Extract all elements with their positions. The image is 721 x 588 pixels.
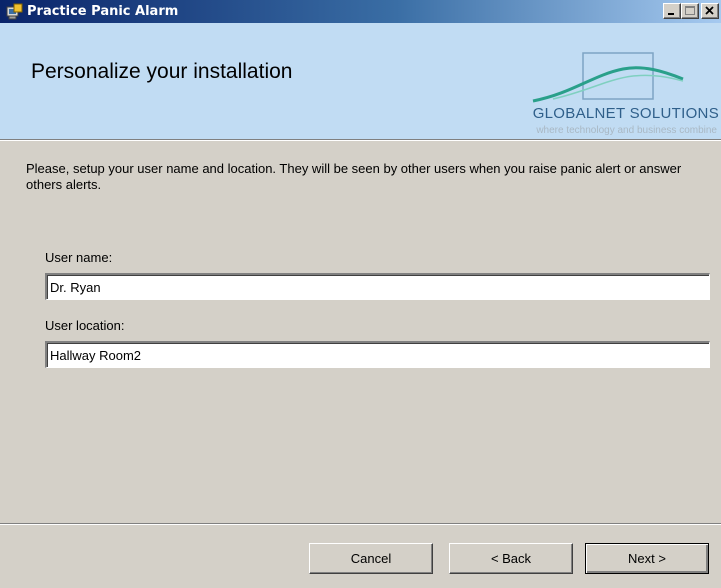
page-title: Personalize your installation (31, 60, 293, 83)
title-bar[interactable]: Practice Panic Alarm (0, 0, 721, 23)
next-button[interactable]: Next > (585, 543, 709, 574)
maximize-button[interactable] (681, 3, 699, 19)
logo-mark-icon (532, 52, 684, 103)
back-button[interactable]: < Back (449, 543, 573, 574)
company-logo: GLOBALNET SOLUTIONS where technology and… (493, 49, 719, 139)
user-name-label: User name: (45, 250, 113, 265)
installer-icon (6, 3, 23, 20)
minimize-button[interactable] (663, 3, 681, 19)
cancel-button[interactable]: Cancel (309, 543, 433, 574)
maximize-icon (685, 6, 695, 15)
close-button[interactable] (701, 3, 719, 19)
logo-tagline: where technology and business combine (536, 125, 717, 136)
user-location-input[interactable] (45, 341, 710, 368)
banner-divider (0, 140, 721, 141)
user-location-label: User location: (45, 318, 125, 333)
logo-name: GLOBALNET SOLUTIONS (532, 105, 719, 122)
user-name-input[interactable] (45, 273, 710, 300)
installer-window: Practice Panic Alarm Personalize your in… (0, 0, 721, 588)
minimize-icon (668, 13, 674, 15)
footer-divider-highlight (0, 524, 721, 525)
window-title: Practice Panic Alarm (27, 4, 179, 19)
intro-text: Please, setup your user name and locatio… (26, 161, 682, 192)
close-icon (705, 6, 714, 15)
